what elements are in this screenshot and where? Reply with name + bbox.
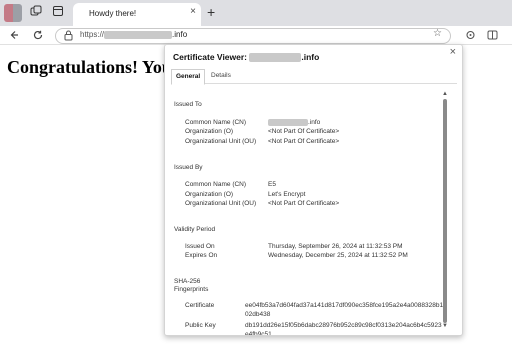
- extensions-icon[interactable]: [465, 26, 476, 50]
- issued-to-o-label: Organization (O): [185, 128, 234, 135]
- issued-to-ou-value: <Not Part Of Certificate>: [268, 138, 340, 145]
- general-panel: Issued To Common Name (CN) .info Organiz…: [165, 85, 462, 335]
- profile-icon[interactable]: [4, 4, 22, 22]
- close-icon[interactable]: ×: [450, 46, 456, 58]
- issued-by-o-label: Organization (O): [185, 191, 234, 198]
- active-tab[interactable]: Howdy there! ×: [73, 3, 201, 26]
- tab-strip: Howdy there! × +: [0, 0, 512, 26]
- public-key-fingerprint-line2: e4fb9c51: [245, 331, 272, 336]
- dialog-title: Certificate Viewer: .info: [173, 52, 320, 63]
- certificate-fingerprint-line2: 02db438: [245, 311, 271, 318]
- redacted-host: [104, 30, 173, 39]
- public-key-fingerprint-label: Public Key: [185, 322, 216, 329]
- certificate-fingerprint-line1: ee04fb53a7d604fad37a141d817df090ec358fce…: [245, 302, 444, 309]
- favorite-star-icon[interactable]: ☆: [433, 28, 442, 39]
- issued-by-cn-value: E5: [268, 181, 276, 188]
- tab-close-icon[interactable]: ×: [190, 6, 196, 17]
- issued-by-ou-value: <Not Part Of Certificate>: [268, 200, 340, 207]
- dialog-scrollbar[interactable]: ▲ ▼: [442, 91, 448, 331]
- toolbar: https:// .info ☆: [0, 26, 512, 45]
- back-icon[interactable]: [10, 26, 20, 49]
- fingerprints-heading-line2: Fingerprints: [174, 286, 209, 293]
- tab-general[interactable]: General: [171, 69, 206, 85]
- address-bar[interactable]: https:// .info ☆: [55, 28, 451, 44]
- tab-title: Howdy there!: [89, 9, 137, 18]
- validity-heading: Validity Period: [174, 226, 216, 233]
- issued-by-heading: Issued By: [174, 164, 203, 171]
- dialog-title-suffix: .info: [301, 52, 320, 62]
- url-tld: .info: [172, 30, 188, 39]
- redacted-host: [249, 53, 302, 63]
- issued-on-label: Issued On: [185, 243, 215, 250]
- refresh-icon[interactable]: [33, 26, 43, 49]
- site-info-icon[interactable]: [64, 30, 73, 43]
- issued-by-cn-label: Common Name (CN): [185, 181, 247, 188]
- issued-to-o-value: <Not Part Of Certificate>: [268, 128, 340, 135]
- public-key-fingerprint-line1: db191dd26e15f05b6dabc28976b952c89c98cf03…: [245, 322, 442, 329]
- expires-on-label: Expires On: [185, 252, 218, 259]
- split-screen-icon[interactable]: [487, 26, 498, 50]
- dialog-title-prefix: Certificate Viewer:: [173, 52, 248, 62]
- new-tab-icon[interactable]: +: [207, 4, 215, 20]
- certificate-fingerprint-label: Certificate: [185, 302, 215, 309]
- scroll-down-arrow-icon[interactable]: ▼: [442, 323, 448, 329]
- page-heading: Congratulations! You: [7, 57, 172, 77]
- scroll-thumb[interactable]: [443, 99, 447, 323]
- redacted-host: [268, 119, 308, 126]
- certificate-viewer-dialog: Certificate Viewer: .info × General Deta…: [164, 44, 463, 336]
- issued-by-o-value: Let's Encrypt: [268, 191, 306, 198]
- dialog-tabs: General Details: [171, 69, 457, 85]
- address-url: https:// .info: [80, 30, 187, 39]
- tab-actions-icon[interactable]: [50, 5, 66, 21]
- fingerprints-heading-line1: SHA-256: [174, 278, 201, 285]
- issued-by-ou-label: Organizational Unit (OU): [185, 200, 257, 207]
- tab-details[interactable]: Details: [207, 69, 235, 83]
- tab-groups-icon[interactable]: [28, 5, 44, 21]
- scroll-up-arrow-icon[interactable]: ▲: [442, 91, 448, 97]
- issued-to-ou-label: Organizational Unit (OU): [185, 138, 257, 145]
- issued-to-cn-label: Common Name (CN): [185, 119, 247, 126]
- issued-to-cn-value: .info: [268, 119, 320, 126]
- issued-on-value: Thursday, September 26, 2024 at 11:32:53…: [268, 243, 403, 250]
- issued-to-heading: Issued To: [174, 101, 202, 108]
- expires-on-value: Wednesday, December 25, 2024 at 11:32:52…: [268, 252, 408, 259]
- url-scheme: https://: [80, 30, 105, 39]
